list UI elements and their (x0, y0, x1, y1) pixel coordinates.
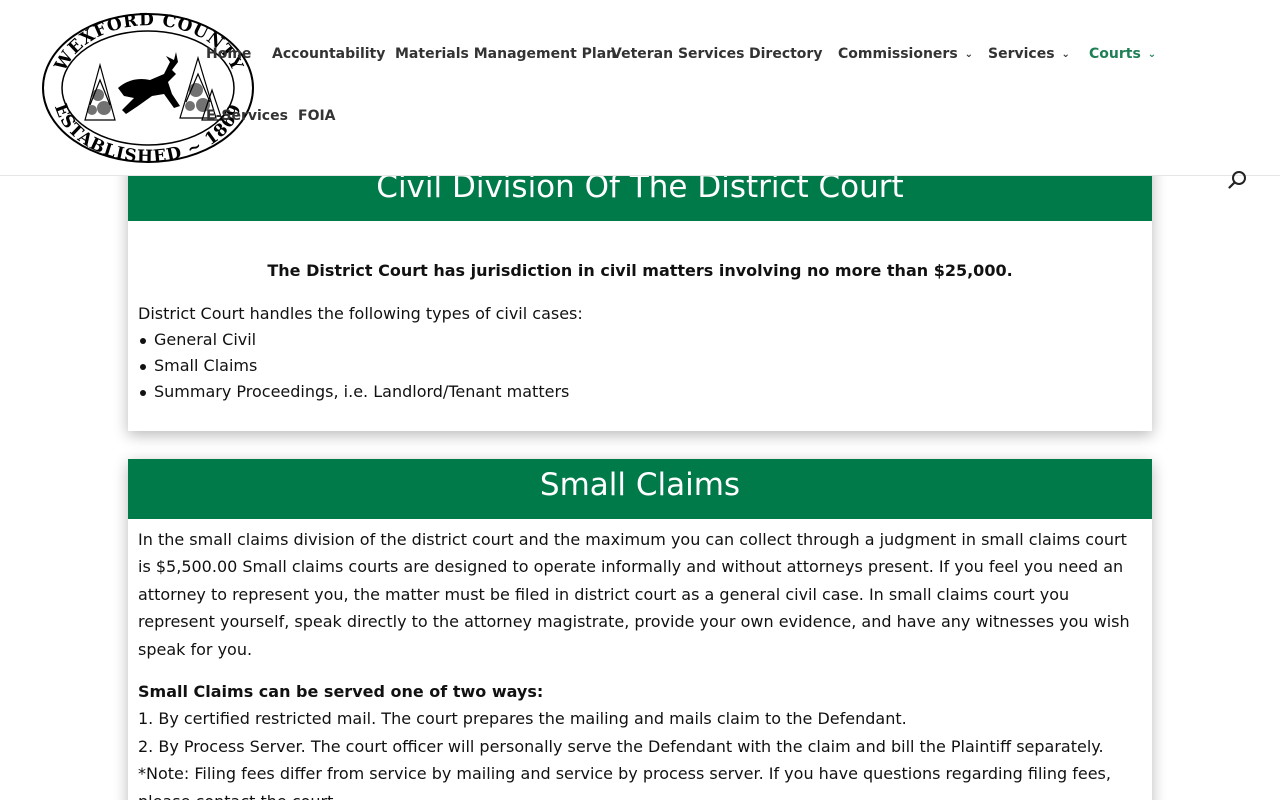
list-item: Summary Proceedings, i.e. Landlord/Tenan… (140, 379, 1142, 405)
nav-directory[interactable]: Directory (749, 46, 822, 62)
nav-foia[interactable]: FOIA (298, 108, 336, 124)
service-way-2: 2. By Process Server. The court officer … (138, 736, 1104, 756)
small-claims-section: Small Claims In the small claims divisio… (128, 459, 1152, 800)
filing-fee-note: *Note: Filing fees differ from service b… (138, 764, 1111, 800)
chevron-down-icon: ⌄ (1061, 49, 1070, 60)
served-heading: Small Claims can be served one of two wa… (138, 682, 544, 702)
site-header: WEXFORD COUNTY ESTABLISHED ~ 1869 Home A… (0, 0, 1280, 176)
civil-division-section: Civil Division Of The District Court The… (128, 150, 1152, 431)
small-claims-content: In the small claims division of the dist… (128, 526, 1152, 800)
civil-case-types-list: General Civil Small Claims Summary Proce… (138, 327, 1142, 405)
small-claims-paragraph: In the small claims division of the dist… (138, 530, 1130, 659)
chevron-down-icon: ⌄ (1147, 49, 1157, 60)
county-seal-logo[interactable]: WEXFORD COUNTY ESTABLISHED ~ 1869 (40, 10, 256, 166)
nav-e-services[interactable]: E-Services (206, 108, 288, 124)
nav-materials-management-plan[interactable]: Materials Management Plan (395, 46, 616, 62)
service-way-1: 1. By certified restricted mail. The cou… (138, 709, 907, 729)
civil-cases-intro: District Court handles the following typ… (138, 304, 583, 323)
nav-accountability[interactable]: Accountability (272, 46, 385, 62)
nav-home[interactable]: Home (206, 46, 251, 62)
list-item: General Civil (140, 327, 1142, 353)
chevron-down-icon: ⌄ (964, 49, 974, 60)
jurisdiction-text: The District Court has jurisdiction in c… (267, 261, 1013, 280)
small-claims-body (128, 459, 1152, 526)
list-item: Small Claims (140, 353, 1142, 379)
civil-division-body: The District Court has jurisdiction in c… (128, 221, 1152, 405)
search-icon[interactable] (1228, 170, 1248, 190)
nav-courts[interactable]: Courts ⌄ (1089, 46, 1156, 62)
nav-veteran-services[interactable]: Veteran Services (611, 46, 744, 62)
nav-services[interactable]: Services ⌄ (988, 46, 1070, 62)
nav-commissioners[interactable]: Commissioners ⌄ (838, 46, 973, 62)
